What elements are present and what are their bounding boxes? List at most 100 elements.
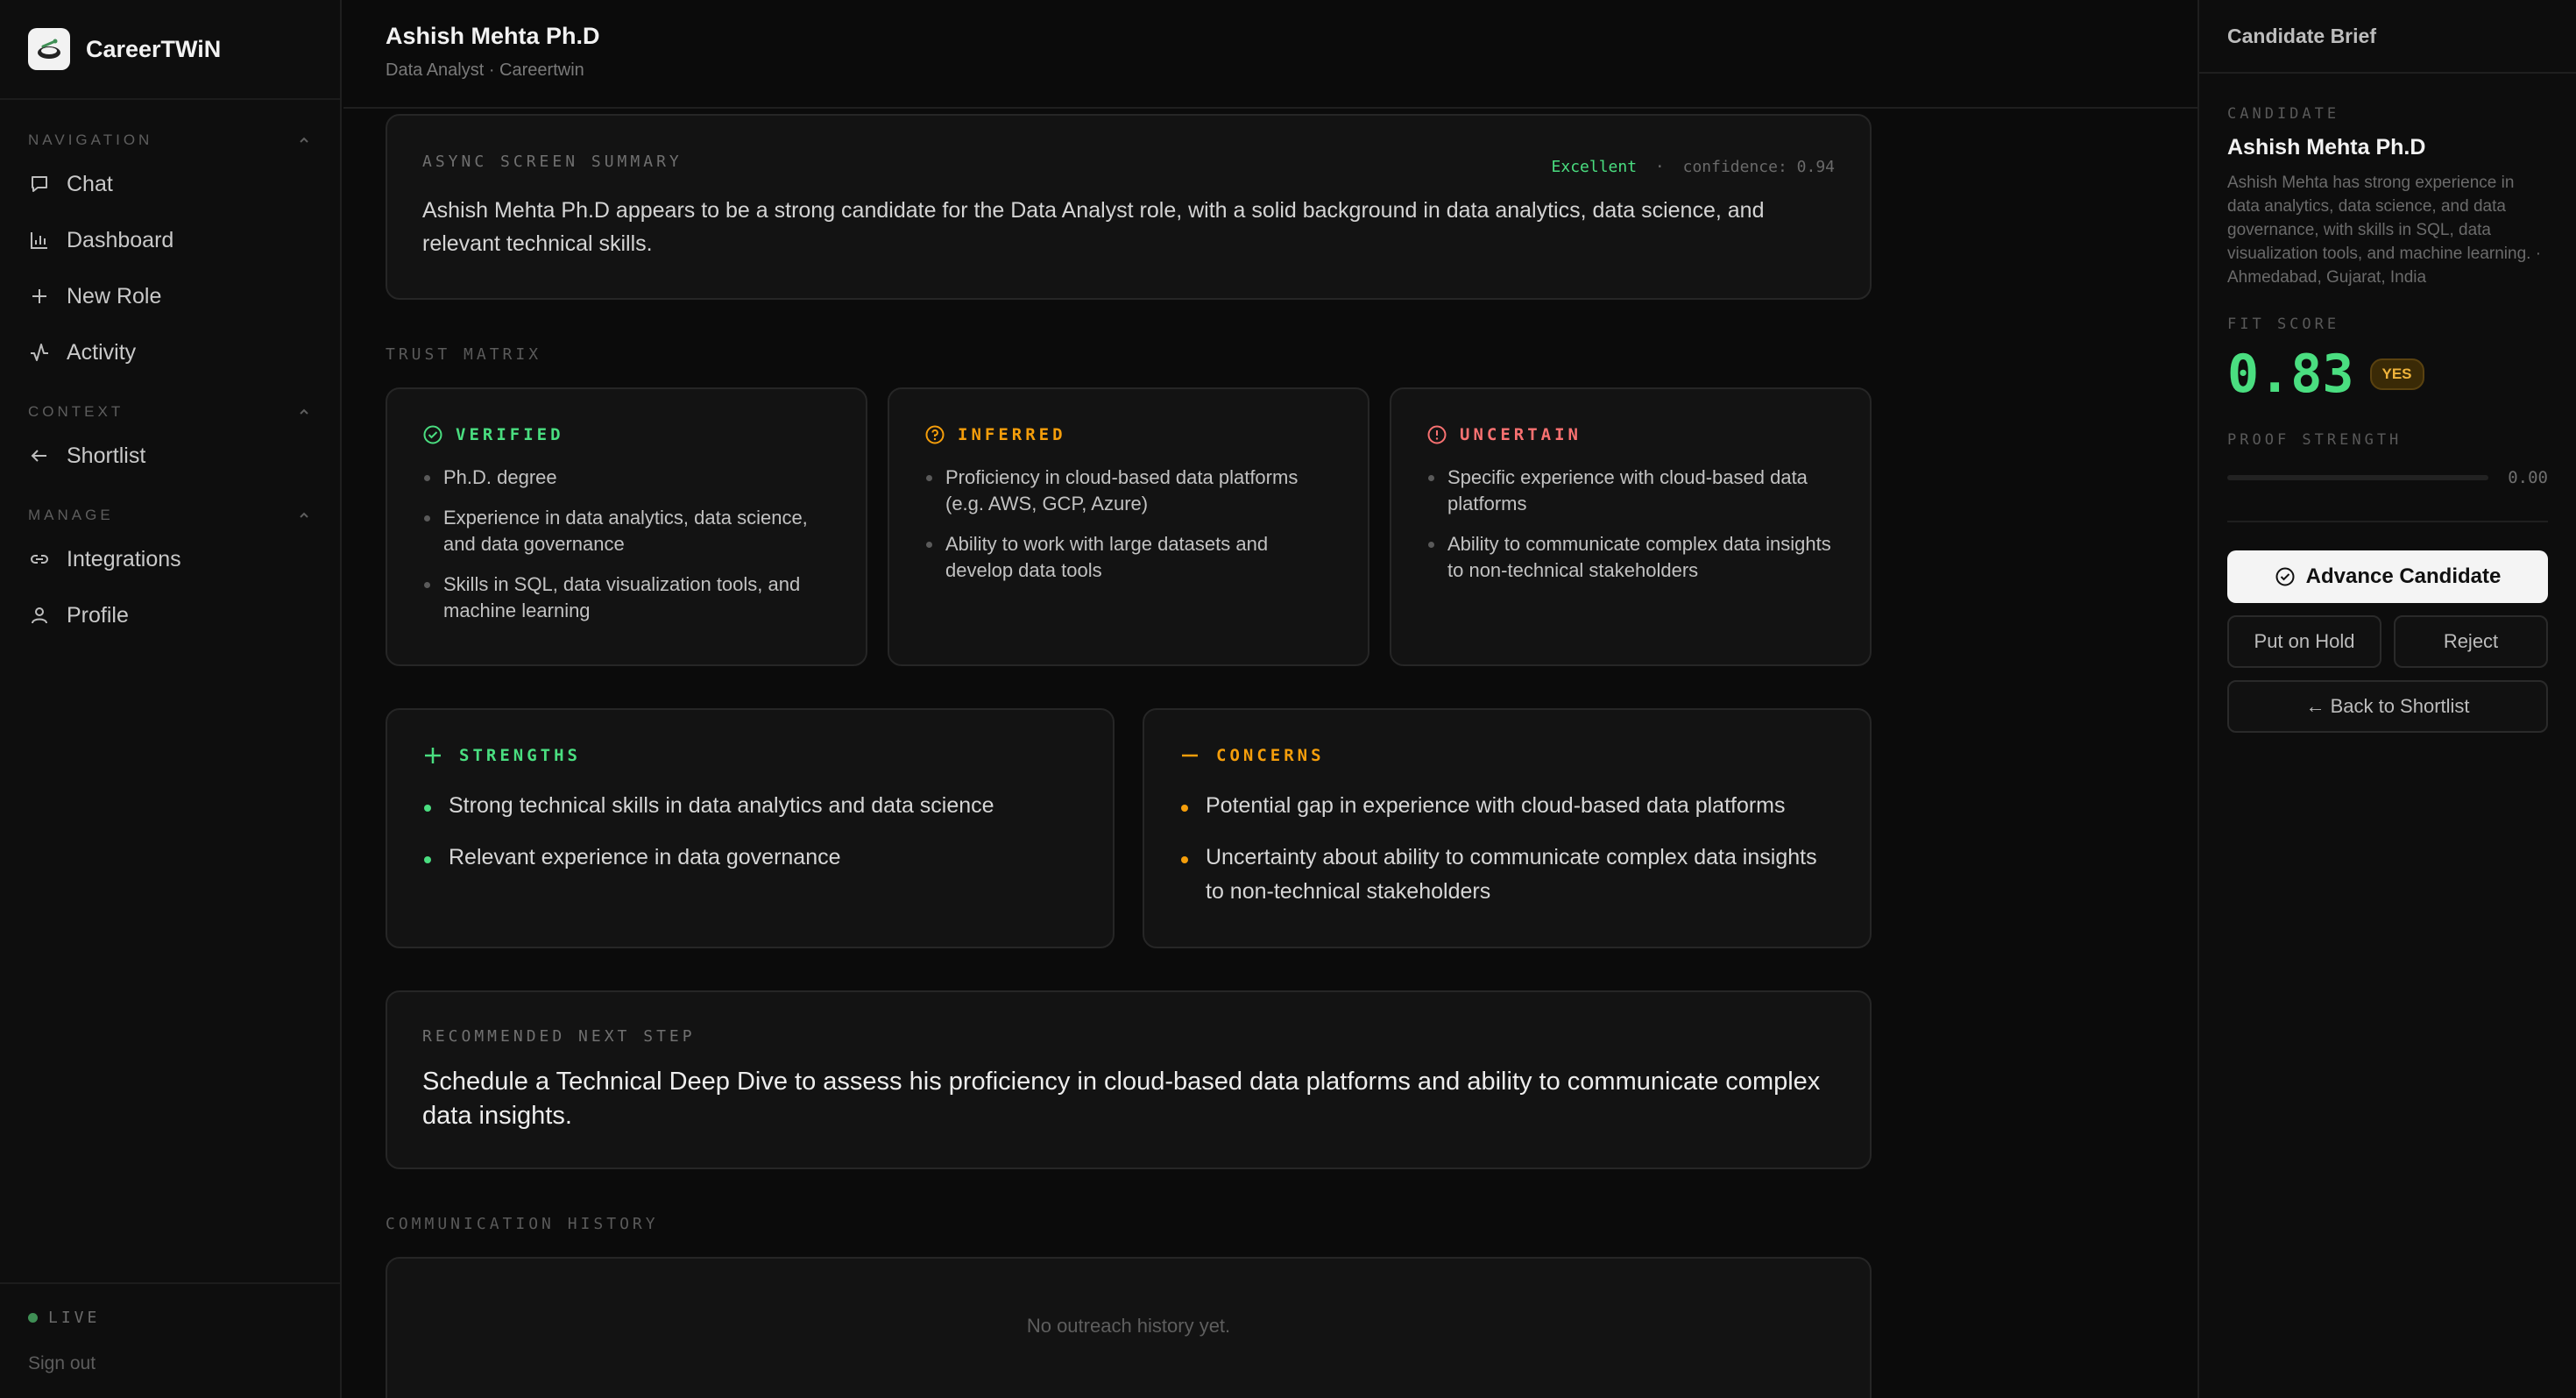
live-label: LIVE [48,1309,101,1327]
proof-strength-bar [2227,475,2489,480]
sidebar-item-label: New Role [67,283,162,309]
live-status: LIVE [28,1309,312,1327]
strengths-title: STRENGTHS [459,746,581,765]
brand-logo-icon [28,28,70,70]
sidebar-item-dashboard[interactable]: Dashboard [28,212,312,268]
nav-section-navigation[interactable]: NAVIGATION [28,124,312,156]
check-circle-icon [423,425,442,444]
uncertain-list: Specific experience with cloud-based dat… [1426,465,1835,584]
brand-name: CareerTWiN [86,35,222,62]
proof-strength-value: 0.00 [2508,468,2548,487]
candidate-description: Ashish Mehta has strong experience in da… [2227,174,2542,287]
uncertain-title: UNCERTAIN [1460,425,1582,444]
sign-out-link[interactable]: Sign out [28,1353,312,1374]
list-item: Potential gap in experience with cloud-b… [1179,789,1835,823]
chevron-up-icon [300,408,308,415]
page-subtitle: Data Analyst · Careertwin [386,60,584,80]
async-screen-summary-card: ASYNC SCREEN SUMMARY Excellent · confide… [386,114,1872,300]
candidate-name: Ashish Mehta Ph.D [2227,135,2426,160]
concerns-list: Potential gap in experience with cloud-b… [1179,789,1835,909]
history-empty-text: No outreach history yet. [1026,1315,1231,1337]
list-item: Skills in SQL, data visualization tools,… [422,571,831,624]
communication-history-card: No outreach history yet. [386,1257,1872,1398]
verified-header: VERIFIED [422,424,831,445]
strengths-list: Strong technical skills in data analytic… [422,789,1078,875]
verified-card: VERIFIED Ph.D. degree Experience in data… [386,387,867,666]
next-step-label: RECOMMENDED NEXT STEP [422,1027,696,1046]
candidate-label: CANDIDATE [2227,105,2340,123]
sidebar-item-chat[interactable]: Chat [28,156,312,212]
sidebar: CareerTWiN NAVIGATION Chat Dashboard New… [0,0,342,1398]
advance-candidate-label: Advance Candidate [2305,564,2502,588]
list-item: Uncertainty about ability to communicate… [1179,841,1835,909]
sidebar-item-label: Shortlist [67,443,146,468]
inferred-card: INFERRED Proficiency in cloud-based data… [888,387,1369,666]
nav-section-label: MANAGE [28,507,114,523]
sidebar-item-activity[interactable]: Activity [28,324,312,380]
sidebar-footer: LIVE Sign out [0,1282,340,1398]
page-title: Ashish Mehta Ph.D [386,23,600,49]
plus-icon [425,748,441,763]
brand[interactable]: CareerTWiN [0,0,340,100]
list-item: Specific experience with cloud-based dat… [1426,465,1835,517]
summary-rating: Excellent · confidence: 0.94 [1552,158,1835,176]
sidebar-item-label: Dashboard [67,227,174,252]
fit-score-label: FIT SCORE [2227,316,2340,333]
strengths-card: STRENGTHS Strong technical skills in dat… [386,708,1115,948]
advance-candidate-button[interactable]: Advance Candidate [2227,550,2548,603]
put-on-hold-button[interactable]: Put on Hold [2227,615,2381,668]
bar-chart-icon [31,232,47,249]
chat-icon [32,176,47,192]
reject-button[interactable]: Reject [2394,615,2548,668]
sidebar-item-new-role[interactable]: New Role [28,268,312,324]
check-circle-icon [2275,567,2295,586]
strengths-header: STRENGTHS [422,745,1078,766]
inferred-header: INFERRED [924,424,1333,445]
trust-matrix-label: TRUST MATRIX [386,345,542,364]
verified-list: Ph.D. degree Experience in data analytic… [422,465,831,624]
list-item: Strong technical skills in data analytic… [422,789,1078,823]
live-dot-icon [28,1313,38,1323]
proof-strength-label: PROOF STRENGTH [2227,431,2403,449]
sidebar-item-label: Integrations [67,546,181,571]
chevron-up-icon [300,137,308,143]
sidebar-item-integrations[interactable]: Integrations [28,531,312,587]
alert-circle-icon [1427,425,1447,444]
nav-section-label: NAVIGATION [28,131,153,148]
minus-icon [1182,754,1198,757]
user-icon [32,607,47,624]
divider [2227,521,2548,522]
concerns-card: CONCERNS Potential gap in experience wit… [1143,708,1872,948]
arrow-left-icon [31,450,46,462]
sidebar-item-shortlist[interactable]: Shortlist [28,428,312,484]
inferred-title: INFERRED [958,425,1066,444]
plus-icon [32,289,46,303]
list-item: Relevant experience in data governance [422,841,1078,875]
confidence-value: confidence: 0.94 [1682,158,1835,176]
sidebar-item-label: Chat [67,171,113,196]
panel-title: Candidate Brief [2199,0,2576,74]
concerns-header: CONCERNS [1179,745,1835,766]
chevron-up-icon [300,512,308,518]
uncertain-card: UNCERTAIN Specific experience with cloud… [1390,387,1872,666]
communication-history-label: COMMUNICATION HISTORY [386,1215,659,1233]
verified-title: VERIFIED [456,425,564,444]
list-item: Ph.D. degree [422,465,831,491]
rating-separator: · [1654,158,1665,176]
sidebar-item-profile[interactable]: Profile [28,587,312,643]
list-item: Proficiency in cloud-based data platform… [924,465,1333,517]
nav-section-manage[interactable]: MANAGE [28,500,312,531]
nav-section-context[interactable]: CONTEXT [28,396,312,428]
sidebar-item-label: Profile [67,602,129,628]
fit-badge: YES [2369,358,2424,390]
uncertain-header: UNCERTAIN [1426,424,1835,445]
summary-text: Ashish Mehta Ph.D appears to be a strong… [422,198,1765,256]
page-header: Ashish Mehta Ph.D Data Analyst · Careert… [343,0,2197,109]
list-item: Experience in data analytics, data scien… [422,505,831,557]
inferred-list: Proficiency in cloud-based data platform… [924,465,1333,584]
activity-icon [31,344,48,361]
sidebar-item-label: Activity [67,339,137,365]
nav-section-label: CONTEXT [28,403,124,420]
list-item: Ability to communicate complex data insi… [1426,531,1835,584]
back-to-shortlist-button[interactable]: ← Back to Shortlist [2227,680,2548,733]
